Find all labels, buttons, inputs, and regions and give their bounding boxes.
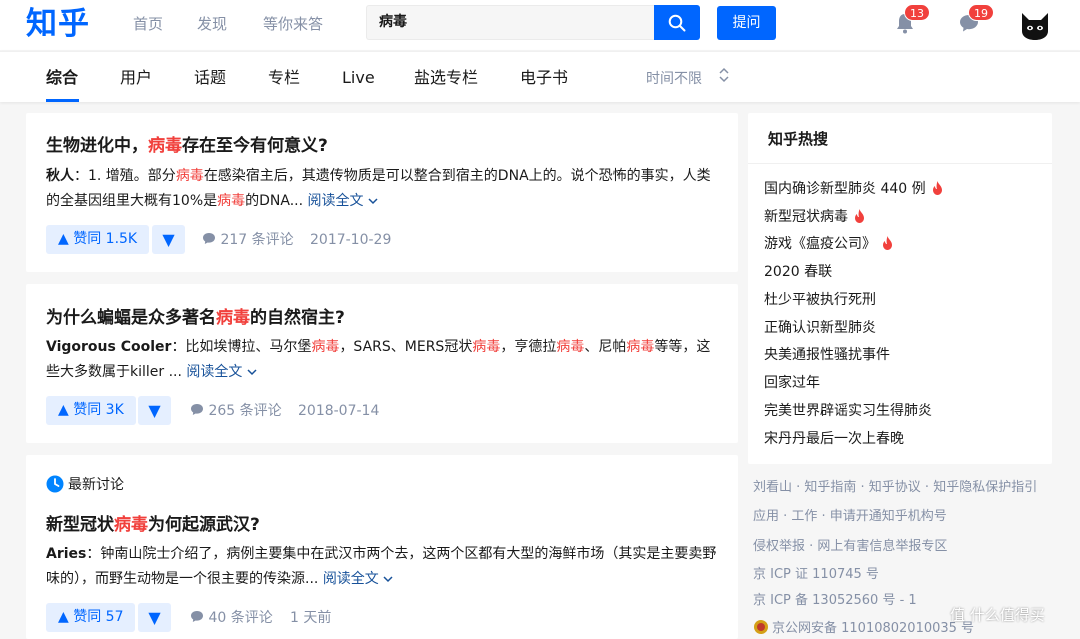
downvote-button[interactable]: ▼ — [138, 603, 171, 632]
downvote-button[interactable]: ▼ — [138, 396, 171, 425]
police-record[interactable]: 京公网安备 11010802010035 号 — [753, 619, 974, 638]
active-tab-indicator — [46, 99, 79, 102]
hot-search-item[interactable]: 新型冠状病毒 — [764, 207, 865, 227]
chevron-down-icon — [383, 576, 393, 583]
fire-icon — [883, 236, 892, 250]
upvote-button[interactable]: ▲ 赞同 3K — [46, 396, 136, 425]
hot-search-item[interactable]: 央美通报性骚扰事件 — [764, 345, 890, 365]
sort-arrows-icon[interactable] — [718, 66, 730, 88]
answer-excerpt[interactable]: Vigorous Cooler：比如埃博拉、马尔堡病毒，SARS、MERS冠状病… — [46, 335, 718, 385]
post-date: 2017-10-29 — [310, 232, 392, 248]
notifications-badge: 13 — [904, 4, 930, 21]
hot-search-item[interactable]: 完美世界辟谣实习生得肺炎 — [764, 401, 932, 421]
search-icon — [668, 14, 686, 31]
footer-links[interactable]: 应用 · 工作 · 申请开通知乎机构号 — [753, 508, 947, 526]
upvote-button[interactable]: ▲ 赞同 1.5K — [46, 225, 150, 254]
answer-excerpt[interactable]: 秋人：1. 增殖。部分病毒在感染宿主后，其遗传物质是可以整合到宿主的DNA上的。… — [46, 164, 718, 214]
icp-license[interactable]: 京 ICP 证 110745 号 — [753, 566, 879, 584]
clock-icon — [46, 475, 64, 493]
search-type-tabs: 综合 用户 话题 专栏 Live 盐选专栏 电子书 时间不限 — [0, 51, 1080, 102]
hot-search-panel: 知乎热搜 国内确诊新型肺炎 440 例 新型冠状病毒 游戏《瘟疫公司》 2020… — [748, 113, 1052, 464]
messages-button[interactable]: 19 — [958, 4, 994, 38]
tab-live[interactable]: Live — [342, 67, 375, 89]
latest-discussion-label: 最新讨论 — [46, 475, 124, 495]
read-more-link[interactable]: 阅读全文 — [186, 364, 257, 380]
hot-search-item[interactable]: 杜少平被执行死刑 — [764, 290, 876, 310]
search-input[interactable]: 病毒 — [366, 5, 654, 40]
tab-topics[interactable]: 话题 — [194, 67, 226, 89]
search-result-card: 生物进化中，病毒存在至今有何意义? 秋人：1. 增殖。部分病毒在感染宿主后，其遗… — [26, 113, 738, 272]
comment-icon — [191, 611, 203, 622]
cat-avatar-icon — [1019, 9, 1051, 41]
tab-columns[interactable]: 专栏 — [268, 67, 300, 89]
hot-search-item[interactable]: 国内确诊新型肺炎 440 例 — [764, 179, 943, 199]
comments-button[interactable]: 40 条评论 — [190, 608, 273, 628]
author-name: Vigorous Cooler — [46, 339, 172, 355]
post-date: 1 天前 — [290, 610, 332, 626]
ask-question-button[interactable]: 提问 — [717, 6, 776, 40]
fire-icon — [932, 181, 942, 195]
caret-down-icon: ▼ — [148, 608, 161, 627]
question-title[interactable]: 生物进化中，病毒存在至今有何意义? — [46, 134, 328, 158]
author-name: 秋人 — [46, 168, 74, 184]
read-more-link[interactable]: 阅读全文 — [323, 571, 393, 587]
comments-button[interactable]: 265 条评论 — [190, 401, 282, 421]
tab-ebooks[interactable]: 电子书 — [520, 67, 568, 89]
question-title[interactable]: 新型冠状病毒为何起源武汉? — [46, 513, 260, 537]
author-name: Aries — [46, 546, 87, 562]
search-result-card: 为什么蝙蝠是众多著名病毒的自然宿主? Vigorous Cooler：比如埃博拉… — [26, 284, 738, 443]
hot-search-item[interactable]: 回家过年 — [764, 373, 820, 393]
downvote-button[interactable]: ▼ — [152, 225, 185, 254]
answer-excerpt[interactable]: Aries：钟南山院士介绍了，病例主要集中在武汉市两个去，这两个区都有大型的海鲜… — [46, 542, 718, 592]
post-date: 2018-07-14 — [298, 403, 380, 419]
footer-links[interactable]: 侵权举报 · 网上有害信息举报专区 — [753, 538, 947, 556]
question-title[interactable]: 为什么蝙蝠是众多著名病毒的自然宿主? — [46, 306, 345, 330]
footer-links[interactable]: 刘看山 · 知乎指南 · 知乎协议 · 知乎隐私保护指引 — [753, 479, 1037, 497]
tab-salt-columns[interactable]: 盐选专栏 — [414, 67, 478, 89]
notifications-button[interactable]: 13 — [894, 4, 930, 38]
zhihu-logo[interactable]: 知乎 — [26, 4, 90, 44]
messages-badge: 19 — [968, 4, 994, 21]
comment-icon — [191, 404, 203, 415]
nav-discover[interactable]: 发现 — [197, 14, 227, 34]
divider — [748, 163, 1052, 164]
nav-home[interactable]: 首页 — [133, 14, 163, 34]
chevron-down-icon — [368, 198, 378, 205]
icp-record[interactable]: 京 ICP 备 13052560 号 - 1 — [753, 592, 917, 610]
fire-icon — [855, 209, 864, 223]
user-avatar[interactable] — [1019, 9, 1051, 41]
police-badge-icon — [754, 620, 768, 634]
comment-icon — [203, 233, 215, 244]
chevron-down-icon — [247, 369, 257, 376]
comments-button[interactable]: 217 条评论 — [202, 230, 294, 250]
hot-search-title: 知乎热搜 — [768, 130, 829, 148]
read-more-link[interactable]: 阅读全文 — [308, 193, 378, 209]
caret-down-icon: ▼ — [148, 401, 161, 420]
hot-search-item[interactable]: 2020 春联 — [764, 262, 832, 282]
hot-search-item[interactable]: 游戏《瘟疫公司》 — [764, 234, 893, 254]
smzdm-watermark: 值 什么值得买 — [950, 606, 1045, 624]
hot-search-item[interactable]: 宋丹丹最后一次上春晚 — [764, 429, 904, 449]
upvote-button[interactable]: ▲ 赞同 57 — [46, 603, 136, 632]
search-button[interactable] — [654, 5, 700, 40]
tab-users[interactable]: 用户 — [120, 67, 152, 89]
nav-waiting-answer[interactable]: 等你来答 — [263, 14, 323, 34]
caret-down-icon: ▼ — [162, 230, 175, 249]
search-result-card: 最新讨论 新型冠状病毒为何起源武汉? Aries：钟南山院士介绍了，病例主要集中… — [26, 455, 738, 639]
tab-general[interactable]: 综合 — [46, 67, 78, 89]
hot-search-item[interactable]: 正确认识新型肺炎 — [764, 318, 876, 338]
top-header: 知乎 首页 发现 等你来答 病毒 提问 13 19 — [0, 0, 1080, 50]
time-filter-select[interactable]: 时间不限 — [646, 69, 702, 89]
